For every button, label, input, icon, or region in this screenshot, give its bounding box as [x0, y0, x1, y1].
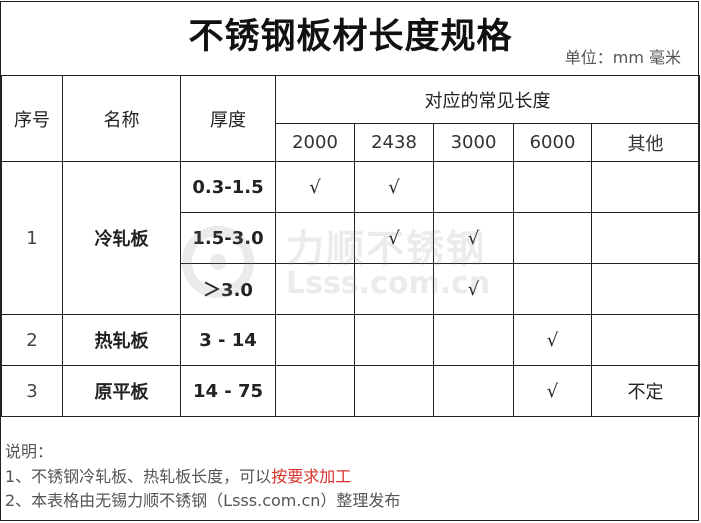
header-length-other: 其他 [590, 123, 701, 162]
header-thickness: 厚度 [180, 75, 276, 162]
row-thickness: ＞3.0 [180, 263, 276, 315]
header-length-2438: 2438 [354, 123, 434, 162]
check-cell [590, 212, 701, 264]
unit-label: 单位：mm 毫米 [564, 48, 681, 67]
check-cell [590, 314, 701, 366]
notes-highlight: 按要求加工 [271, 466, 352, 486]
row-index: 2 [1, 314, 63, 366]
row-name: 原平板 [62, 365, 181, 417]
check-cell [513, 212, 592, 264]
row-thickness: 0.3-1.5 [180, 161, 276, 213]
check-cell [354, 263, 434, 315]
check-cell: 不定 [590, 365, 701, 417]
row-index: 1 [1, 161, 63, 315]
notes-heading: 说明： [5, 442, 54, 461]
check-cell [354, 314, 434, 366]
check-cell: √ [354, 161, 434, 213]
row-name: 冷轧板 [62, 161, 181, 315]
check-cell [590, 161, 701, 213]
check-cell [354, 365, 434, 417]
row-thickness: 14 - 75 [180, 365, 276, 417]
check-cell [433, 314, 514, 366]
header-length-6000: 6000 [513, 123, 592, 162]
table-row: 1 冷轧板 0.3-1.5 √ √ [1, 161, 701, 315]
check-cell: √ [275, 161, 355, 213]
spec-sheet: 不锈钢板材长度规格 单位：mm 毫米 序号 名称 厚度 对应的常见长度 2000… [0, 0, 701, 523]
row-index: 3 [1, 365, 63, 417]
check-cell [513, 161, 592, 213]
check-cell [275, 263, 355, 315]
check-cell [275, 314, 355, 366]
row-thickness: 1.5-3.0 [180, 212, 276, 264]
notes-line-1: 1、不锈钢冷轧板、热轧板长度，可以按要求加工 [5, 465, 400, 490]
check-cell [590, 263, 701, 315]
check-cell: √ [433, 263, 514, 315]
row-name: 热轧板 [62, 314, 181, 366]
header-length-3000: 3000 [433, 123, 514, 162]
notes: 说明： 1、不锈钢冷轧板、热轧板长度，可以按要求加工 2、本表格由无锡力顺不锈钢… [5, 440, 400, 514]
row-thickness: 3 - 14 [180, 314, 276, 366]
check-cell: √ [513, 365, 592, 417]
check-cell [275, 212, 355, 264]
check-cell: √ [354, 212, 434, 264]
check-cell [275, 365, 355, 417]
check-cell [513, 263, 592, 315]
header-length-2000: 2000 [275, 123, 355, 162]
check-cell: √ [433, 212, 514, 264]
notes-line-2: 2、本表格由无锡力顺不锈钢（Lsss.com.cn）整理发布 [5, 491, 401, 510]
check-cell [433, 365, 514, 417]
table-row: 2 热轧板 3 - 14 √ [1, 314, 701, 366]
header-row-1: 序号 名称 厚度 对应的常见长度 [1, 75, 701, 162]
check-cell: √ [513, 314, 592, 366]
table-row: 3 原平板 14 - 75 √ 不定 [1, 365, 701, 417]
header-lengths-group: 对应的常见长度 [274, 75, 701, 124]
header-name: 名称 [62, 75, 181, 162]
check-cell [433, 161, 514, 213]
header-index: 序号 [1, 75, 63, 162]
spec-table: 序号 名称 厚度 对应的常见长度 2000 2438 3000 6000 其他 … [1, 75, 701, 417]
notes-line-1-text: 1、不锈钢冷轧板、热轧板长度，可以 [5, 466, 272, 486]
